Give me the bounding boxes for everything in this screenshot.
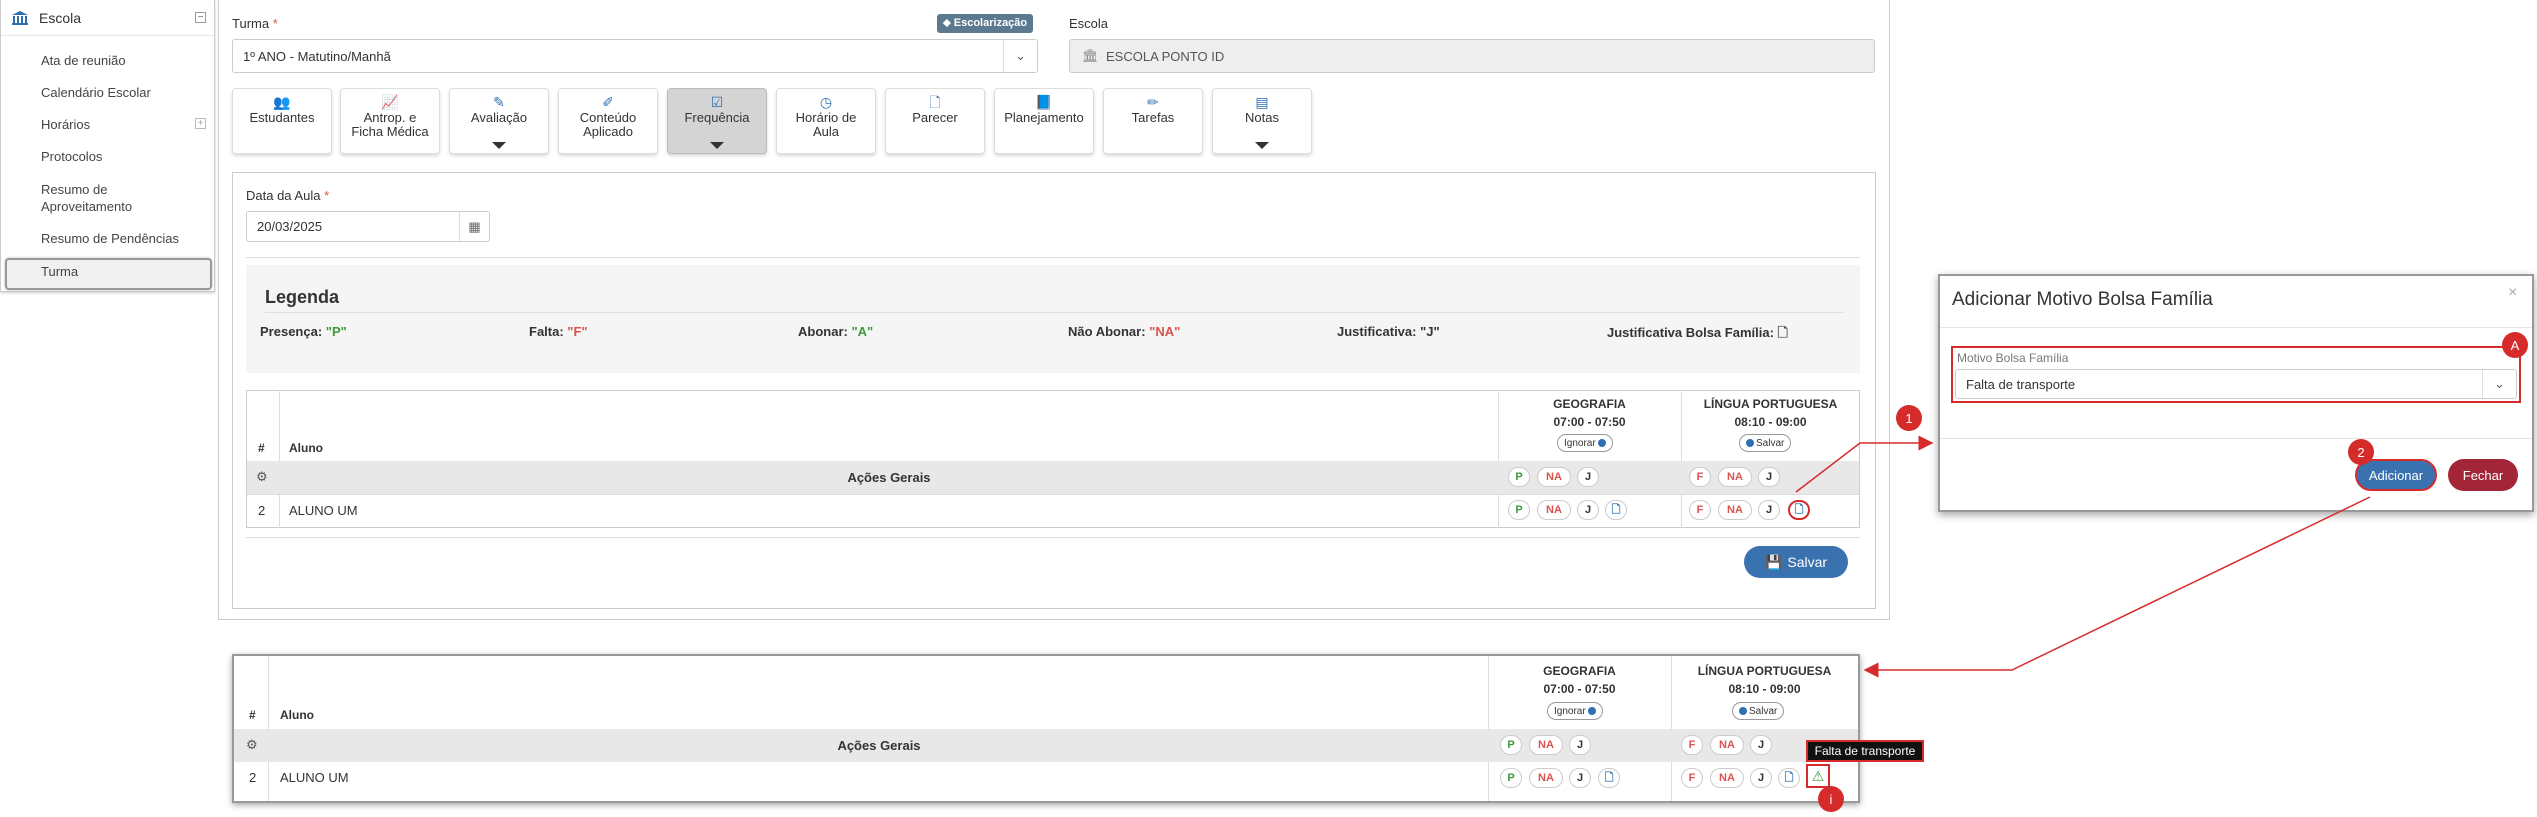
annotation-marker-i: i bbox=[1818, 786, 1844, 812]
annotation-marker-2: 2 bbox=[2348, 439, 2374, 465]
arrow-to-zoom bbox=[1863, 496, 2371, 678]
annotation-arrows bbox=[1795, 435, 2371, 678]
annotation-marker-a: A bbox=[2502, 332, 2528, 358]
arrow-to-modal bbox=[1795, 435, 1934, 493]
annotation-marker-1: 1 bbox=[1896, 405, 1922, 431]
